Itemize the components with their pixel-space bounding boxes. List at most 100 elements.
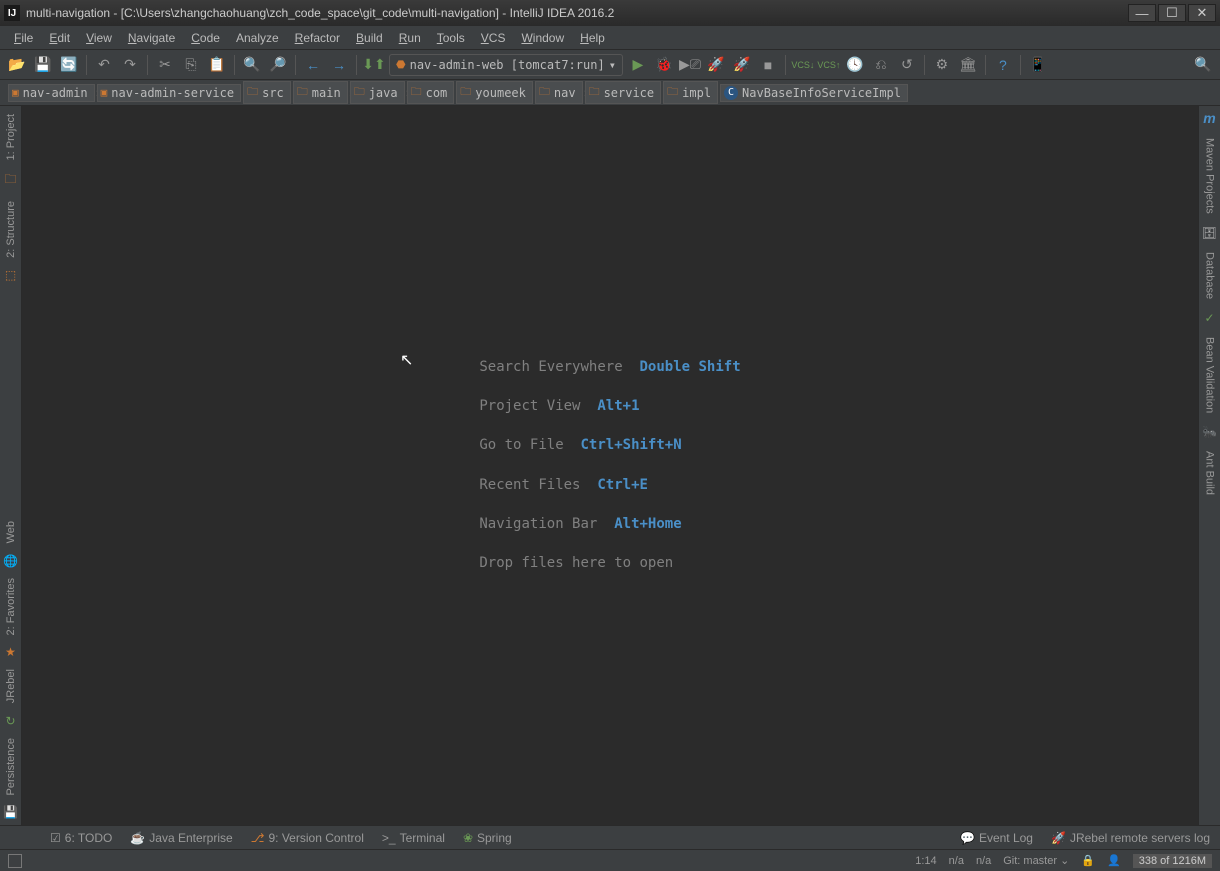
jrebel-run-icon[interactable]: 🚀 xyxy=(705,54,727,76)
chevron-down-icon: ▾ xyxy=(609,58,616,72)
menu-code[interactable]: Code xyxy=(185,29,226,47)
globe-icon: 🌐 xyxy=(3,554,18,568)
vcs-history-icon[interactable]: 🕓 xyxy=(844,54,866,76)
toolwindow-todo[interactable]: ☑6: TODO xyxy=(50,831,112,845)
forward-icon[interactable]: → xyxy=(328,54,350,76)
maven-icon: m xyxy=(1203,110,1215,126)
crumb-nav-admin-service[interactable]: ▣nav-admin-service xyxy=(97,84,241,102)
copy-icon[interactable]: ⎘ xyxy=(180,54,202,76)
toolwindow-ant[interactable]: Ant Build xyxy=(1202,443,1218,503)
main-area: 1: Project 🗀 2: Structure ⬚ Web 🌐 2: Fav… xyxy=(0,106,1220,825)
vcs-commit-icon[interactable]: VCS↑ xyxy=(818,54,840,76)
toolwindow-jrebel-log[interactable]: 🚀JRebel remote servers log xyxy=(1051,831,1210,845)
toolwindow-event-log[interactable]: 💬Event Log xyxy=(960,831,1033,845)
back-icon[interactable]: ← xyxy=(302,54,324,76)
cut-icon[interactable]: ✂ xyxy=(154,54,176,76)
menu-navigate[interactable]: Navigate xyxy=(122,29,181,47)
crumb-class[interactable]: CNavBaseInfoServiceImpl xyxy=(720,84,908,102)
menu-edit[interactable]: Edit xyxy=(43,29,76,47)
run-icon[interactable]: ▶ xyxy=(627,54,649,76)
project-structure-icon[interactable]: 🏛 xyxy=(957,54,979,76)
window-title: multi-navigation - [C:\Users\zhangchaohu… xyxy=(26,6,1128,20)
crumb-impl[interactable]: 🗀impl xyxy=(663,81,718,104)
sync-icon[interactable]: 🔄 xyxy=(58,54,80,76)
file-encoding[interactable]: n/a xyxy=(949,855,964,867)
toolwindow-structure[interactable]: 2: Structure xyxy=(3,193,19,266)
lock-icon[interactable]: 🔒 xyxy=(1081,854,1095,867)
debug-icon[interactable]: 🐞 xyxy=(653,54,675,76)
toolwindow-project[interactable]: 1: Project xyxy=(3,106,19,168)
paste-icon[interactable]: 📋 xyxy=(206,54,228,76)
toolwindow-spring[interactable]: ❀Spring xyxy=(463,831,512,845)
inspection-icon[interactable]: 👤 xyxy=(1107,854,1121,867)
jrebel-debug-icon[interactable]: 🚀 xyxy=(731,54,753,76)
redo-icon[interactable]: ↷ xyxy=(119,54,141,76)
close-button[interactable]: ✕ xyxy=(1188,4,1216,22)
toolwindow-jrebel[interactable]: JRebel xyxy=(3,661,19,711)
memory-indicator[interactable]: 338 of 1216M xyxy=(1133,854,1212,868)
caret-position[interactable]: 1:14 xyxy=(915,855,936,867)
crumb-com[interactable]: 🗀com xyxy=(407,81,455,104)
vcs-diff-icon[interactable]: ⎌ xyxy=(870,54,892,76)
toolwindow-terminal[interactable]: >_Terminal xyxy=(382,831,445,845)
toolwindow-java-enterprise[interactable]: ☕Java Enterprise xyxy=(130,831,232,845)
crumb-nav-admin[interactable]: ▣nav-admin xyxy=(8,84,95,102)
crumb-service[interactable]: 🗀service xyxy=(585,81,662,104)
vcs-icon: ⎇ xyxy=(251,831,265,845)
toolwindow-version-control[interactable]: ⎇9: Version Control xyxy=(251,831,364,845)
menu-view[interactable]: View xyxy=(80,29,118,47)
module-icon: ▣ xyxy=(12,86,19,99)
help-icon[interactable]: ? xyxy=(992,54,1014,76)
toolwindow-web[interactable]: Web xyxy=(3,513,19,551)
coverage-icon[interactable]: ▶⎚ xyxy=(679,54,701,76)
menu-refactor[interactable]: Refactor xyxy=(289,29,346,47)
menu-file[interactable]: File xyxy=(8,29,39,47)
vcs-revert-icon[interactable]: ↺ xyxy=(896,54,918,76)
crumb-nav[interactable]: 🗀nav xyxy=(535,81,583,104)
toolwindow-bean-validation[interactable]: Bean Validation xyxy=(1202,329,1218,421)
crumb-src[interactable]: 🗀src xyxy=(243,81,291,104)
toolwindow-favorites[interactable]: 2: Favorites xyxy=(3,570,19,643)
crumb-youmeek[interactable]: 🗀youmeek xyxy=(456,81,533,104)
make-icon[interactable]: ⬇⬆ xyxy=(363,54,385,76)
statusbar: 1:14 n/a n/a Git: master ⌄ 🔒 👤 338 of 12… xyxy=(0,849,1220,871)
save-all-icon[interactable]: 💾 xyxy=(32,54,54,76)
stop-icon[interactable]: ■ xyxy=(757,54,779,76)
toolwindow-maven[interactable]: Maven Projects xyxy=(1202,130,1218,222)
database-icon: 🗄 xyxy=(1202,226,1217,240)
spring-icon: ❀ xyxy=(463,831,473,845)
minimize-button[interactable]: — xyxy=(1128,4,1156,22)
folder-icon: 🗀 xyxy=(247,83,258,102)
crumb-main[interactable]: 🗀main xyxy=(293,81,348,104)
validation-icon: ✓ xyxy=(1204,311,1214,325)
menu-help[interactable]: Help xyxy=(574,29,611,47)
git-branch[interactable]: Git: master ⌄ xyxy=(1003,854,1069,867)
cursor-icon: ↖ xyxy=(400,350,413,370)
toolwindow-database[interactable]: Database xyxy=(1202,244,1218,307)
crumb-java[interactable]: 🗀java xyxy=(350,81,405,104)
menu-window[interactable]: Window xyxy=(515,29,570,47)
jrebel-icon[interactable]: 📱 xyxy=(1027,54,1049,76)
menu-vcs[interactable]: VCS xyxy=(475,29,512,47)
find-icon[interactable]: 🔍 xyxy=(241,54,263,76)
editor-welcome[interactable]: ↖ Search Everywhere Double Shift Project… xyxy=(22,106,1198,825)
menu-analyze[interactable]: Analyze xyxy=(230,29,285,47)
line-separator[interactable]: n/a xyxy=(976,855,991,867)
tool-window-toggle-icon[interactable] xyxy=(8,854,22,868)
module-icon: ▣ xyxy=(101,86,108,99)
replace-icon[interactable]: 🔎 xyxy=(267,54,289,76)
open-icon[interactable]: 📂 xyxy=(6,54,28,76)
menu-build[interactable]: Build xyxy=(350,29,389,47)
undo-icon[interactable]: ↶ xyxy=(93,54,115,76)
search-everywhere-icon[interactable]: 🔍 xyxy=(1192,54,1214,76)
settings-icon[interactable]: ⚙ xyxy=(931,54,953,76)
toolwindow-persistence[interactable]: Persistence xyxy=(3,730,19,803)
menu-run[interactable]: Run xyxy=(393,29,427,47)
run-config-selector[interactable]: ⬣ nav-admin-web [tomcat7:run] ▾ xyxy=(389,54,623,76)
menu-tools[interactable]: Tools xyxy=(431,29,471,47)
vcs-update-icon[interactable]: VCS↓ xyxy=(792,54,814,76)
star-icon: ★ xyxy=(5,645,16,659)
folder-icon: 🗀 xyxy=(460,83,471,102)
maximize-button[interactable]: ☐ xyxy=(1158,4,1186,22)
app-icon: IJ xyxy=(4,5,20,21)
